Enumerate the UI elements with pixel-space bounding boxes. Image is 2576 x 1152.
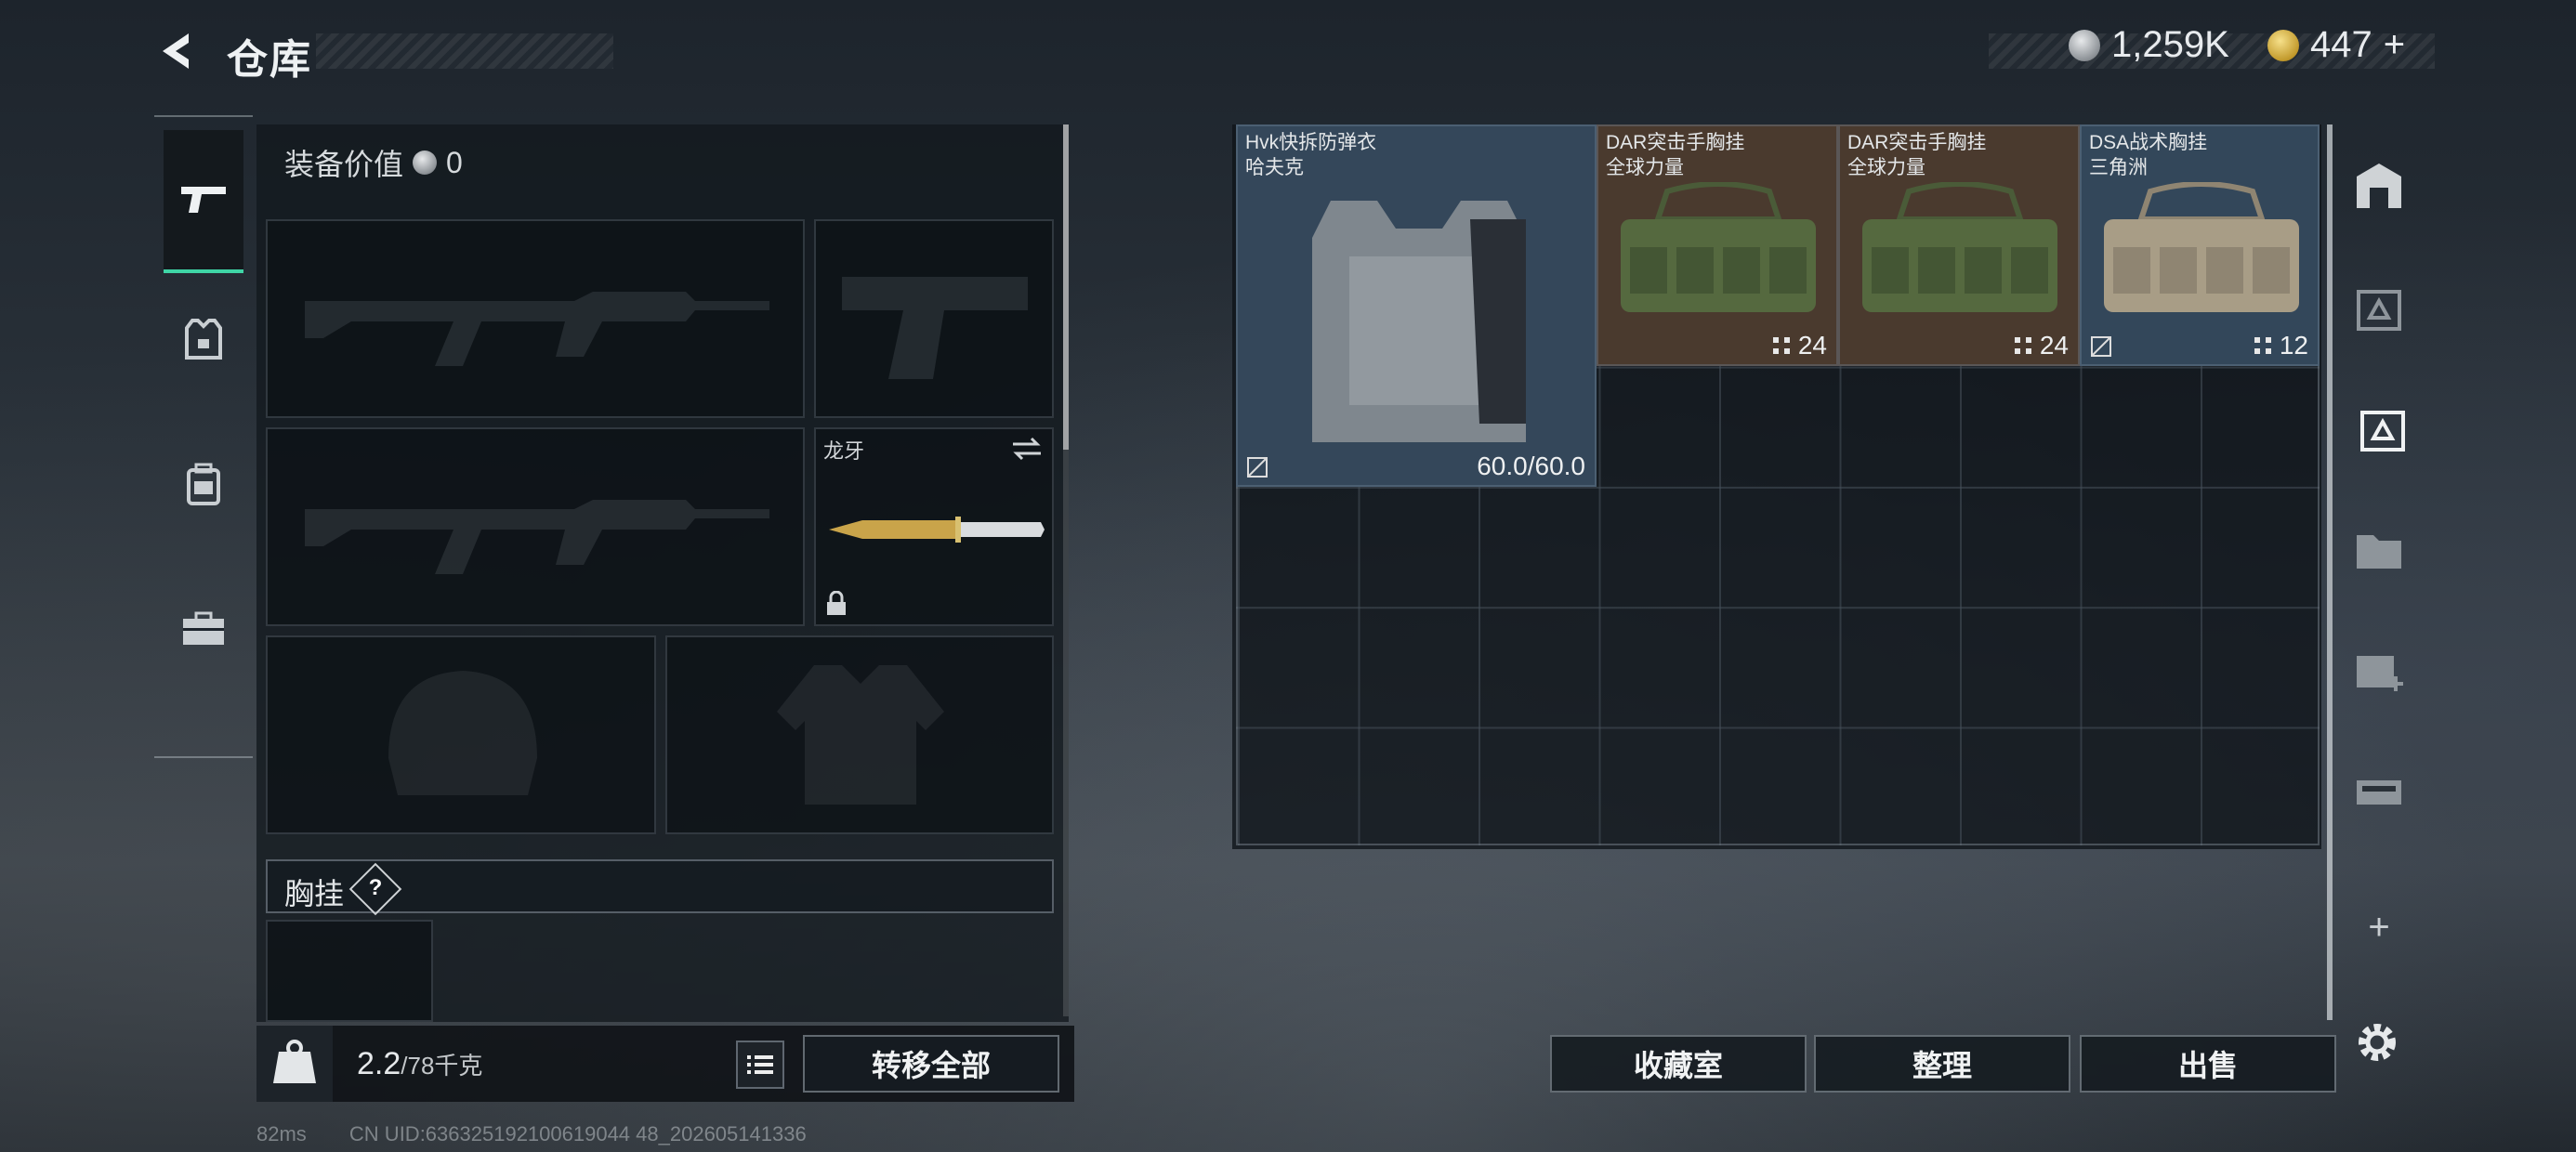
body-armor-image [1312, 201, 1526, 442]
item-count: 12 [2252, 331, 2308, 360]
item-count: 24 [1770, 331, 1827, 360]
no-repair-icon [2091, 336, 2111, 357]
equipment-value-label: 装备价值 [284, 148, 404, 181]
weight-max: /78千克 [401, 1052, 483, 1080]
melee-slot[interactable]: 龙牙 [814, 427, 1054, 626]
medkit-plus-icon [2357, 656, 2403, 691]
storage-tab-weapon[interactable] [2346, 756, 2412, 823]
slot-count-icon [1772, 337, 1790, 354]
equipment-value-number: 0 [446, 145, 463, 179]
lock-icon [827, 591, 846, 615]
footer-info: 82ms CN UID:636325192100619044 48_202605… [154, 1122, 807, 1146]
transfer-all-button[interactable]: 转移全部 [803, 1035, 1059, 1093]
equipment-scrollbar[interactable] [1063, 124, 1069, 1016]
storage-tab-4[interactable] [2346, 515, 2412, 582]
armor-silhouette-icon [777, 665, 944, 805]
storage-item-chest-rig-1[interactable]: DAR突击手胸挂 全球力量 24 [1597, 124, 1838, 366]
equipment-value: 装备价值 0 [284, 141, 463, 184]
item-name: DSA战术胸挂 三角洲 [2089, 132, 2208, 178]
sell-button[interactable]: 出售 [2080, 1035, 2336, 1093]
add-currency-button[interactable]: + [2384, 24, 2405, 66]
storage-tab-add[interactable] [2346, 635, 2412, 702]
left-nav [154, 115, 253, 758]
gold-amount: 447 [2310, 24, 2372, 65]
storage-item-chest-rig-2[interactable]: DAR突击手胸挂 全球力量 24 [1838, 124, 2080, 366]
weight-display: 2.2/78千克 [357, 1046, 482, 1082]
item-count-value: 24 [2039, 331, 2069, 360]
armor-vest-icon [185, 319, 222, 360]
help-label: ? [368, 875, 383, 900]
back-arrow-icon[interactable] [153, 28, 200, 74]
storage-tabs: + [2334, 124, 2418, 948]
silver-currency: 1,259K [2069, 24, 2229, 66]
melee-name: 龙牙 [823, 439, 865, 463]
chest-rig-header: 胸挂 ? [266, 859, 1054, 916]
chest-rig-slot[interactable] [266, 920, 433, 1022]
storage-item-chest-rig-3[interactable]: DSA战术胸挂 三角洲 12 [2080, 124, 2320, 366]
folder-icon [2357, 535, 2401, 569]
backpack-icon [187, 463, 220, 505]
slot-count-icon [2254, 337, 2271, 354]
item-count: 24 [2012, 331, 2069, 360]
item-name: DAR突击手胸挂 全球力量 [1606, 132, 1745, 178]
durability: 60.0/60.0 [1477, 452, 1585, 480]
storage-tab-base[interactable] [2346, 152, 2412, 219]
sort-button[interactable]: 整理 [1814, 1035, 2070, 1093]
swap-icon[interactable] [1011, 437, 1043, 461]
no-repair-icon [1247, 457, 1268, 478]
uid-text: CN UID:636325192100619044 48_20260514133… [348, 1122, 807, 1145]
storage-tab-3[interactable] [2346, 273, 2412, 340]
silver-coin-icon [413, 151, 438, 175]
primary-weapon-slot-2[interactable] [266, 427, 805, 626]
storage-item-vest[interactable]: Hvk快拆防弹衣 哈夫克 60.0/60.0 [1236, 124, 1597, 487]
storage-tier-icon [2357, 290, 2401, 331]
gold-currency[interactable]: 447 + [2267, 24, 2405, 66]
rifle-silhouette-icon [305, 500, 769, 574]
vault-icon [2357, 164, 2401, 208]
storage-tab-active[interactable] [2346, 394, 2416, 461]
nav-tab-toolbox[interactable] [164, 559, 243, 699]
title-stripe [316, 33, 613, 69]
item-count-value: 24 [1797, 331, 1827, 360]
primary-weapon-slot-1[interactable] [266, 219, 805, 418]
helmet-slot[interactable] [266, 635, 656, 834]
weight-icon [256, 1026, 333, 1102]
storage-scrollbar[interactable] [2327, 124, 2333, 1020]
silver-coin-icon [2069, 29, 2100, 61]
page-title: 仓库 [227, 37, 312, 83]
pistol-slot[interactable] [814, 219, 1054, 418]
add-tab-button[interactable]: + [2346, 894, 2412, 961]
toolbox-icon [183, 611, 224, 645]
help-icon[interactable]: ? [348, 862, 402, 916]
pistol-icon [181, 187, 226, 213]
item-name: Hvk快拆防弹衣 哈夫克 [1245, 132, 1377, 178]
storage-tier-icon [2360, 411, 2405, 452]
chest-rig-label: 胸挂 [284, 877, 345, 910]
nav-tab-weapons[interactable] [164, 130, 243, 273]
helmet-silhouette-icon [388, 671, 537, 795]
nav-tab-backpack[interactable] [164, 414, 243, 554]
chest-rig-image [1621, 182, 1816, 312]
weight-current: 2.2 [357, 1046, 401, 1081]
rifle-silhouette-icon [305, 292, 769, 366]
ping-value: 82ms [256, 1122, 307, 1145]
collection-room-button[interactable]: 收藏室 [1550, 1035, 1807, 1093]
item-count-value: 12 [2279, 331, 2308, 360]
silver-amount: 1,259K [2111, 24, 2229, 65]
list-view-button[interactable] [736, 1041, 784, 1089]
list-icon [747, 1055, 773, 1074]
body-armor-slot[interactable] [665, 635, 1054, 834]
chest-rig-image [1862, 182, 2057, 312]
nav-tab-armor[interactable] [164, 269, 243, 409]
settings-gear-icon[interactable] [2351, 1016, 2403, 1068]
gold-coin-icon [2267, 29, 2299, 61]
slot-count-icon [2014, 337, 2031, 354]
knife-image [829, 517, 1045, 543]
weapon-case-icon [2357, 780, 2401, 805]
pistol-silhouette-icon [842, 277, 1028, 379]
item-name: DAR突击手胸挂 全球力量 [1847, 132, 1987, 178]
chest-rig-image [2104, 182, 2299, 312]
